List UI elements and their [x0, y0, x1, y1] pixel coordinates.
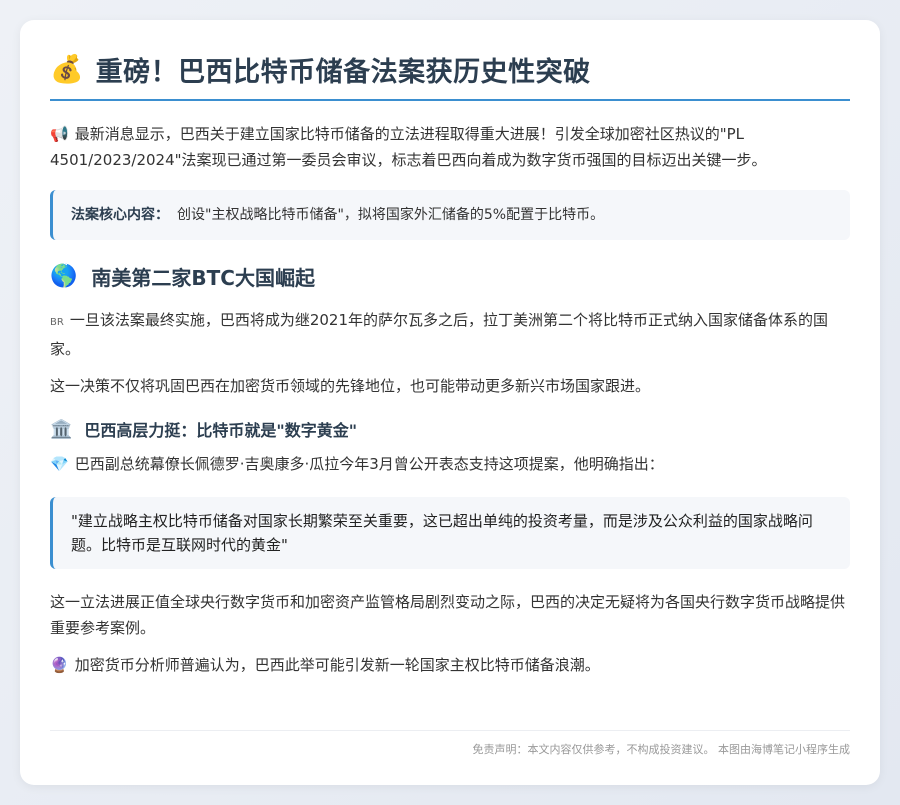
crystal-ball-icon: 🔮 [50, 656, 69, 674]
title-row: 💰 重磅！巴西比特币储备法案获历史性突破 [50, 50, 850, 101]
section1-paragraph-2: 这一决策不仅将巩固巴西在加密货币领域的先锋地位，也可能带动更多新兴市场国家跟进。 [50, 377, 651, 395]
closing-paragraph-2: 🔮 加密货币分析师普遍认为，巴西此举可能引发新一轮国家主权比特币储备浪潮。 [50, 652, 850, 678]
callout-text: 创设"主权战略比特币储备"，拟将国家外汇储备的5%配置于比特币。 [177, 207, 605, 223]
section-heading-south-america: 🌎 南美第二家BTC大国崛起 [50, 262, 850, 291]
intro-paragraph: 📢 最新消息显示，巴西关于建立国家比特币储备的立法进程取得重大进展！引发全球加密社… [50, 121, 850, 173]
section-heading-digital-gold: 🏛️ 巴西高层力挺：比特币就是"数字黄金" [50, 417, 850, 441]
callout-label: 法案核心内容： [71, 207, 169, 223]
core-content-callout: 法案核心内容： 创设"主权战略比特币储备"，拟将国家外汇储备的5%配置于比特币。 [50, 190, 850, 240]
intro-text: 最新消息显示，巴西关于建立国家比特币储备的立法进程取得重大进展！引发全球加密社区… [50, 125, 767, 169]
classical-building-icon: 🏛️ [50, 418, 73, 440]
section2-intro-line: 💎 巴西副总统幕僚长佩德罗·吉奥康多·瓜拉今年3月曾公开表态支持这项提案，他明确指… [50, 451, 850, 477]
vice-president-quote: "建立战略主权比特币储备对国家长期繁荣至关重要，这已超出单纯的投资考量，而是涉及… [50, 497, 850, 569]
megaphone-icon: 📢 [50, 125, 69, 143]
article-card: 💰 重磅！巴西比特币储备法案获历史性突破 📢 最新消息显示，巴西关于建立国家比特币… [20, 20, 880, 785]
section1-paragraph-1: BR 一旦该法案最终实施，巴西将成为继2021年的萨尔瓦多之后，拉丁美洲第二个将比… [50, 307, 850, 362]
money-bag-icon: 💰 [50, 54, 84, 85]
closing-p2-text: 加密货币分析师普遍认为，巴西此举可能引发新一轮国家主权比特币储备浪潮。 [74, 656, 600, 674]
globe-americas-icon: 🌎 [50, 264, 78, 289]
page-title: 重磅！巴西比特币储备法案获历史性突破 [95, 57, 591, 88]
section-heading-text: 南美第二家BTC大国崛起 [91, 266, 315, 290]
section2-heading-text: 巴西高层力挺：比特币就是"数字黄金" [84, 421, 358, 440]
disclaimer-footer: 免责声明：本文内容仅供参考，不构成投资建议。 本图由海博笔记小程序生成 [50, 730, 850, 757]
gem-icon: 💎 [50, 455, 69, 473]
section2-line-text: 巴西副总统幕僚长佩德罗·吉奥康多·瓜拉今年3月曾公开表态支持这项提案，他明确指出… [74, 455, 664, 473]
closing-paragraph-1: 这一立法进展正值全球央行数字货币和加密资产监管格局剧烈变动之际，巴西的决定无疑将… [50, 593, 846, 637]
section1-p1-text: 一旦该法案最终实施，巴西将成为继2021年的萨尔瓦多之后，拉丁美洲第二个将比特币… [50, 311, 828, 358]
brazil-flag-icon: BR [50, 317, 64, 328]
